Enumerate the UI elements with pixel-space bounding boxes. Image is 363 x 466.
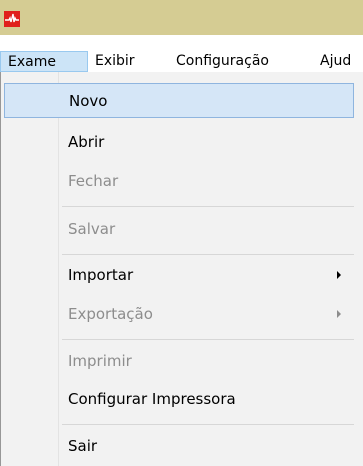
menu-separator	[62, 424, 354, 425]
menu-item-label: Novo	[69, 92, 108, 110]
menu-item-sair[interactable]: Sair	[0, 429, 363, 464]
menu-item-label: Sair	[68, 437, 98, 455]
menu-item-abrir[interactable]: Abrir	[0, 125, 363, 160]
heartbeat-icon[interactable]	[4, 11, 20, 27]
menu-item-label: Exportação	[68, 305, 153, 323]
menu-item-label: Configurar Impressora	[68, 390, 236, 408]
menu-item-label: Imprimir	[68, 352, 132, 370]
menu-exibir[interactable]: Exibir	[95, 51, 135, 72]
menu-item-exportacao: Exportação	[0, 297, 363, 332]
title-bar	[0, 0, 363, 35]
menu-item-importar[interactable]: Importar	[0, 258, 363, 293]
menu-separator	[62, 206, 354, 207]
app-window: Exame Exibir Configuração Ajud Novo Abri…	[0, 0, 363, 466]
menu-item-fechar: Fechar	[0, 164, 363, 199]
menu-ajuda[interactable]: Ajud	[320, 51, 351, 72]
submenu-arrow-icon	[337, 271, 341, 279]
menu-configuracao[interactable]: Configuração	[176, 51, 269, 72]
menu-exame[interactable]: Exame	[0, 51, 88, 72]
menu-item-label: Abrir	[68, 133, 105, 151]
menu-item-label: Importar	[68, 266, 134, 284]
menu-separator	[62, 339, 354, 340]
submenu-arrow-icon	[337, 310, 341, 318]
menubar-top-strip	[0, 35, 363, 51]
menu-item-label: Salvar	[68, 220, 116, 238]
menu-item-label: Fechar	[68, 172, 119, 190]
menu-item-novo[interactable]: Novo	[4, 83, 354, 118]
menu-item-salvar: Salvar	[0, 212, 363, 247]
menu-item-configurar-impressora[interactable]: Configurar Impressora	[0, 382, 363, 417]
menu-separator	[62, 254, 354, 255]
menu-item-imprimir: Imprimir	[0, 344, 363, 379]
